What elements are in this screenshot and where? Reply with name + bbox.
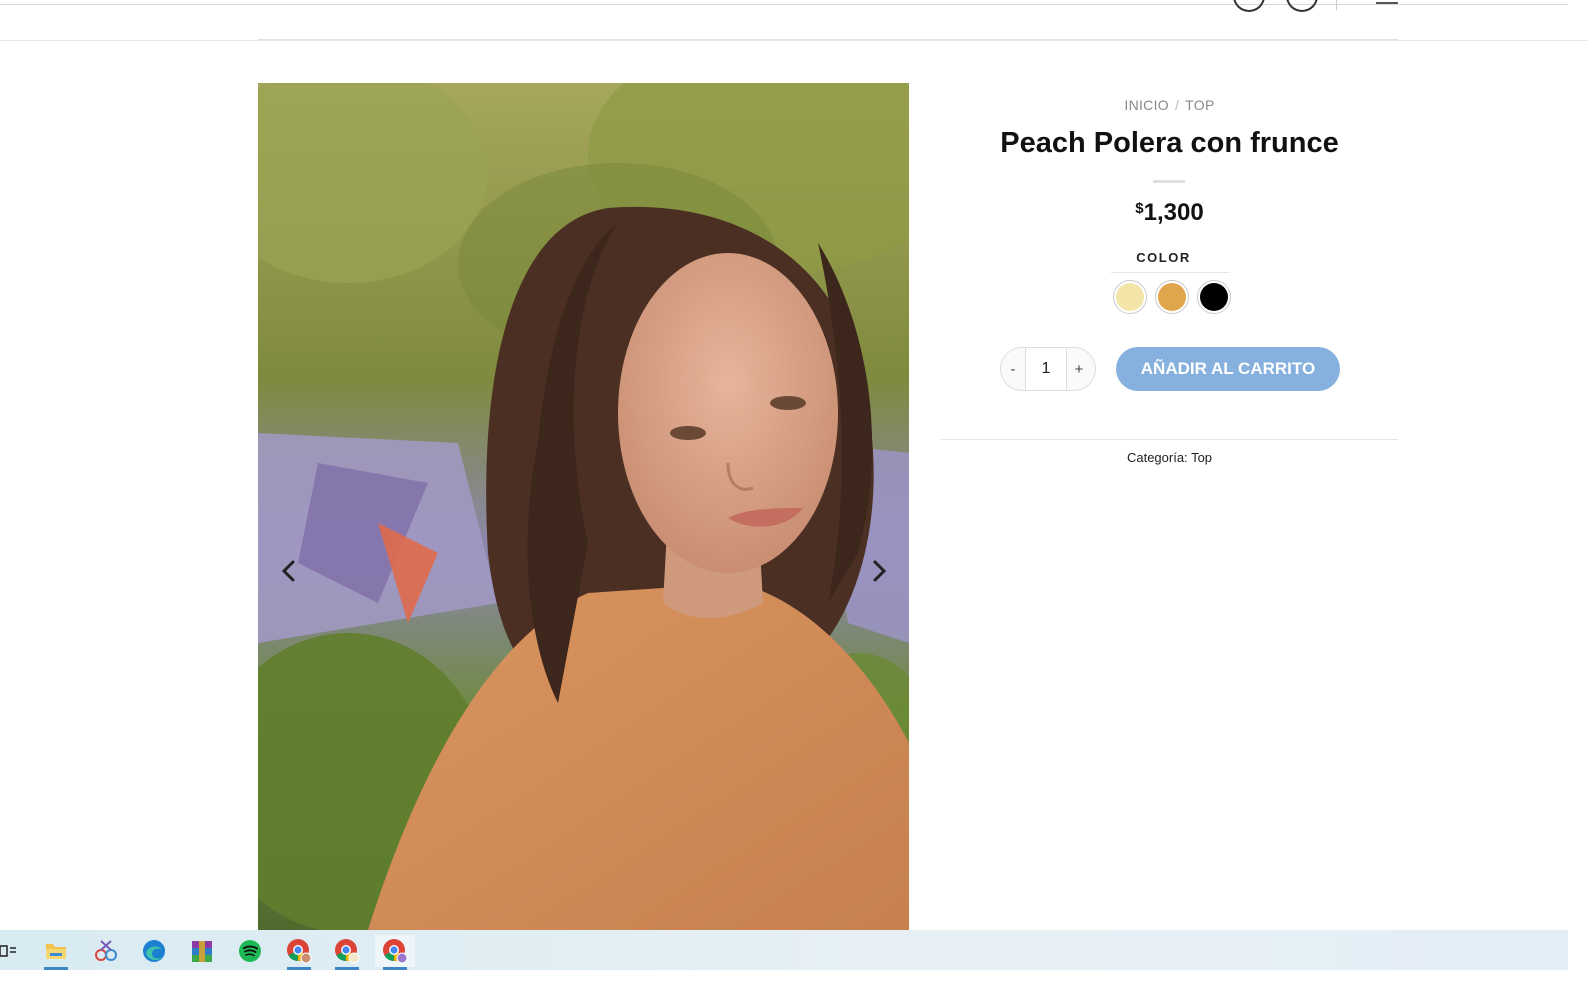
quantity-stepper: - 1 + [1000,347,1096,391]
header-bottom-border [258,39,1398,40]
swatch-fill [1116,283,1144,311]
chevron-left-icon [281,560,295,582]
quantity-input[interactable]: 1 [1025,348,1067,390]
active-indicator [335,967,359,970]
taskbar-chrome-2[interactable] [327,935,367,970]
color-swatch-mustard[interactable] [1155,280,1189,314]
swatch-fill [1200,283,1228,311]
swatch-fill [1158,283,1186,311]
winrar-icon [192,941,212,962]
product-photo [258,83,909,930]
site-header [0,0,1588,41]
color-swatches [1113,280,1231,314]
taskbar-spotify[interactable] [230,935,270,967]
product-image[interactable] [258,83,909,930]
taskbar-edge[interactable] [134,935,174,967]
breadcrumb: INICIO / TOP [941,97,1398,113]
account-icon[interactable] [1233,0,1265,12]
chrome-profile-1-icon [287,939,312,964]
taskbar-chrome-3[interactable] [375,935,415,970]
breadcrumb-separator: / [1174,97,1180,113]
spotify-icon [239,940,261,962]
quantity-increase-button[interactable]: + [1067,361,1091,378]
active-indicator [287,967,311,970]
taskbar-winrar[interactable] [182,935,222,967]
menu-icon[interactable] [1376,2,1398,4]
product-price: $1,300 [941,199,1398,227]
category-label: Categoría: [1126,450,1188,465]
price-value: 1,300 [1143,199,1204,226]
quantity-decrease-button[interactable]: - [1001,361,1025,378]
chrome-profile-2-icon [335,939,360,964]
gallery-next-button[interactable] [864,556,894,586]
breadcrumb-home[interactable]: INICIO [1124,97,1169,113]
cart-icon[interactable] [1286,0,1318,12]
product-title: Peach Polera con frunce [1000,127,1339,159]
taskbar [0,930,1568,970]
color-swatch-black[interactable] [1197,280,1231,314]
category-link[interactable]: Top [1191,450,1212,465]
color-label: COLOR [1136,250,1191,265]
active-indicator [44,967,68,970]
taskbar-snipping-tool[interactable] [86,935,126,967]
task-view-icon [0,945,16,957]
title-divider [1153,180,1185,183]
snipping-tool-icon [95,940,117,961]
active-indicator [383,967,407,970]
gallery-prev-button[interactable] [274,556,304,586]
color-swatch-cream[interactable] [1113,280,1147,314]
currency-symbol: $ [1135,200,1144,217]
add-to-cart-button[interactable]: AÑADIR AL CARRITO [1116,347,1340,391]
taskbar-chrome-1[interactable] [279,935,319,970]
chevron-right-icon [873,560,887,582]
product-category: Categoría: Top [941,450,1398,465]
browser-edge-line [0,4,1568,5]
meta-divider [941,439,1398,440]
color-label-underline [1111,272,1229,273]
task-view-button[interactable] [0,935,28,967]
chrome-profile-3-icon [383,939,408,964]
breadcrumb-category[interactable]: TOP [1185,97,1214,113]
header-divider [1336,0,1337,10]
file-explorer-icon [46,944,66,959]
taskbar-file-explorer[interactable] [36,935,76,970]
edge-icon [143,940,165,962]
